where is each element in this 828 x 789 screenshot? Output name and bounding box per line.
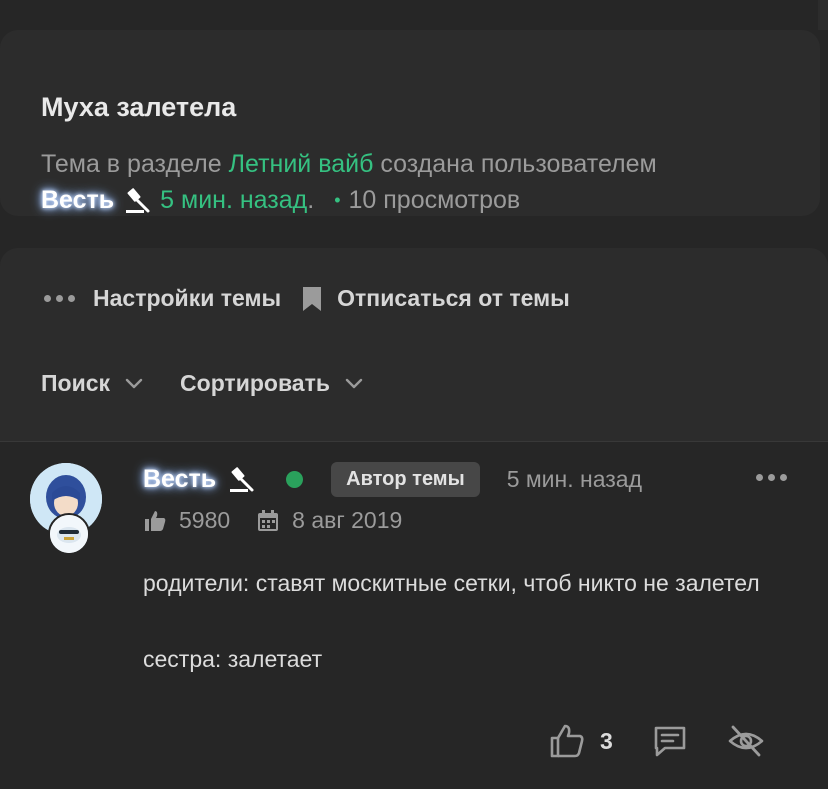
eye-off-icon[interactable] (727, 722, 765, 760)
search-dropdown[interactable]: Поиск (41, 370, 144, 397)
section-link[interactable]: Летний вайб (229, 150, 374, 178)
sort-dropdown[interactable]: Сортировать (180, 370, 364, 397)
meta-prefix: Тема в разделе (41, 150, 222, 178)
topic-views: 10 просмотров (348, 185, 521, 214)
unsubscribe-button[interactable]: Отписаться от темы (337, 285, 570, 312)
sort-label: Сортировать (180, 370, 330, 396)
thumbs-up-icon (145, 510, 166, 531)
dots-icon[interactable] (44, 295, 75, 302)
like-count: 3 (600, 727, 613, 754)
hammer-icon (230, 467, 254, 492)
comment-icon[interactable] (651, 722, 689, 760)
topic-title: Муха залетела (41, 92, 237, 122)
time-suffix: . (307, 185, 315, 214)
post-time[interactable]: 5 мин. назад (507, 466, 642, 493)
meta-created: создана пользователем (380, 150, 657, 178)
topic-meta: Тема в разделе Летний вайб создана польз… (41, 150, 657, 179)
topic-actions: Настройки темы Отписаться от темы (44, 285, 570, 312)
author-badge: Автор темы (331, 461, 480, 497)
topic-author-link[interactable]: Весть (41, 186, 114, 215)
search-label: Поиск (41, 370, 111, 396)
calendar-icon (258, 509, 279, 531)
post-author-link[interactable]: Весть (143, 465, 216, 494)
post-more-button[interactable] (756, 474, 787, 481)
chevron-down-icon (345, 378, 363, 388)
topic-header-card: Муха залетела Тема в разделе Летний вайб… (0, 30, 820, 216)
likes-total: 5980 (179, 507, 231, 533)
topic-panel (0, 248, 828, 442)
hammer-icon (126, 188, 150, 213)
topic-settings-button[interactable]: Настройки темы (93, 285, 281, 312)
bookmark-icon[interactable] (301, 286, 323, 312)
post-text-line: родители: ставят москитные сетки, чтоб н… (143, 570, 760, 596)
topic-meta-line2: Весть 5 мин. назад . • 10 просмотров (41, 185, 520, 215)
post-body: родители: ставят москитные сетки, чтоб н… (143, 564, 803, 678)
post-text-line: сестра: залетает (143, 646, 323, 672)
topic-time-link[interactable]: 5 мин. назад (160, 186, 307, 215)
avatar-badge (48, 513, 90, 555)
post-footer: 3 (548, 722, 765, 760)
join-date: 8 авг 2019 (292, 507, 403, 533)
divider (0, 441, 828, 442)
like-outline-icon[interactable] (548, 722, 586, 760)
online-indicator (286, 470, 304, 488)
filters-bar: Поиск Сортировать (41, 370, 400, 397)
top-strip (0, 0, 828, 30)
post-stats: 5980 8 авг 2019 (143, 507, 402, 534)
chevron-down-icon (125, 378, 143, 388)
separator-dot: • (334, 189, 341, 210)
post-header: Весть Автор темы 5 мин. назад (143, 461, 642, 497)
